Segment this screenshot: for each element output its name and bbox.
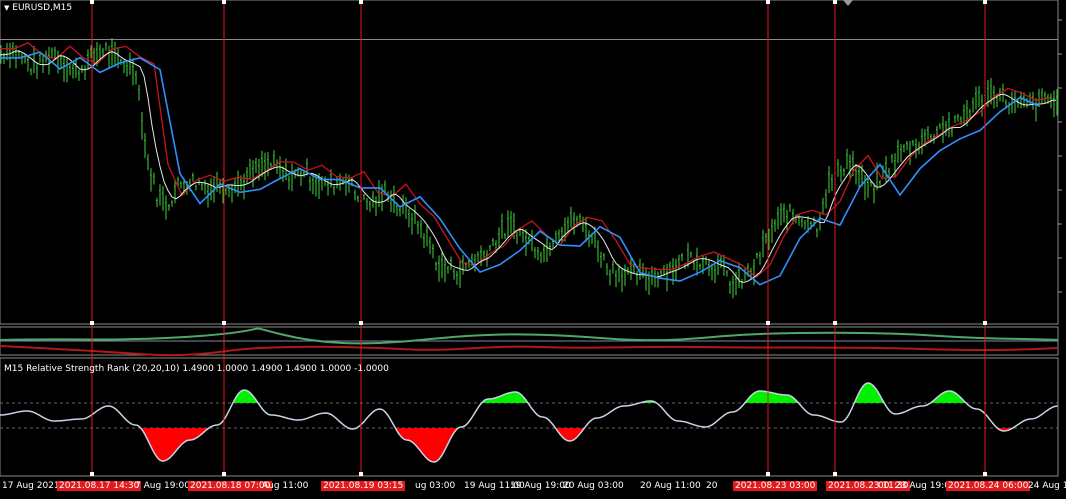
sub-window-1[interactable] [0,326,1059,357]
marker-handle[interactable] [766,321,770,325]
symbol-header[interactable]: ▼ EURUSD,M15 [4,3,72,13]
time-label-highlighted: 2021.08.18 07:00 [188,481,273,491]
marker-handle[interactable] [90,0,94,4]
marker-handle[interactable] [766,472,770,476]
time-label: 24 Aug 11 [1028,481,1066,491]
indicator-title: M15 Relative Strength Rank (20,20,10) 1.… [4,364,389,374]
time-label-highlighted: 2021.08.23 03:00 [733,481,818,491]
marker-handle[interactable] [90,472,94,476]
time-label-highlighted: 2021.08.19 03:15 [321,481,406,491]
time-label: 20 [706,481,718,491]
symbol-title: EURUSD,M15 [12,3,73,13]
chart-canvas[interactable] [0,0,1066,499]
marker-handle[interactable] [983,0,987,4]
time-label: 19 Aug 19:00 [510,481,571,491]
marker-handle[interactable] [90,321,94,325]
marker-handle[interactable] [833,321,837,325]
triangle-down-icon[interactable]: ▼ [4,4,9,12]
marker-handle[interactable] [983,321,987,325]
time-label: ug 03:00 [415,481,456,491]
marker-handle[interactable] [766,0,770,4]
marker-handle[interactable] [359,321,363,325]
marker-handle[interactable] [359,472,363,476]
time-label: 20 Aug 11:00 [640,481,701,491]
marker-handle[interactable] [833,0,837,4]
marker-handle[interactable] [222,321,226,325]
marker-handle[interactable] [983,472,987,476]
time-label-highlighted: 2021.08.17 14:30 [57,481,142,491]
main-price-pane[interactable] [0,0,1062,325]
marker-handle[interactable] [833,472,837,476]
time-label-highlighted: 2021.08.24 06:00 [946,481,1031,491]
time-label: 7 Aug 19:00 [135,481,190,491]
time-label: Aug 11:00 [262,481,309,491]
marker-handle[interactable] [222,0,226,4]
time-label: 00 [878,481,890,491]
time-label: 17 Aug 2021 [2,481,60,491]
time-label: 20 Aug 03:00 [563,481,624,491]
marker-handle[interactable] [222,472,226,476]
marker-handle[interactable] [359,0,363,4]
price-axis-ticks [1058,19,1062,293]
indicator-pane[interactable] [0,357,1059,477]
